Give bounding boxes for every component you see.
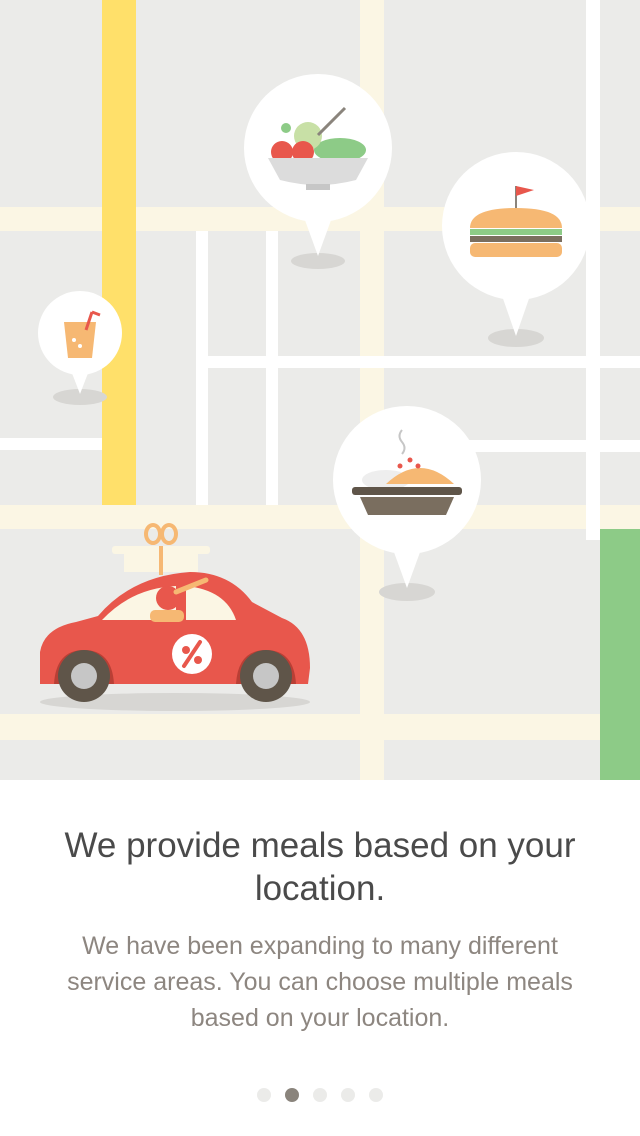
page-indicator[interactable] (0, 1088, 640, 1102)
delivery-car[interactable] (40, 523, 310, 711)
sandwich-pin[interactable] (442, 152, 590, 347)
onboarding-description: We have been expanding to many different… (67, 932, 573, 1032)
map-illustration (0, 0, 640, 780)
highway (102, 0, 136, 505)
page-dot[interactable] (257, 1088, 271, 1102)
page-dot[interactable] (369, 1088, 383, 1102)
page-dot[interactable] (313, 1088, 327, 1102)
page-dot[interactable] (285, 1088, 299, 1102)
map-svg (0, 0, 640, 780)
onboarding-content: We provide meals based on your location.… (0, 780, 640, 1136)
onboarding-title: We provide meals based on your location. (64, 826, 576, 908)
park (600, 529, 640, 780)
pie-pin[interactable] (333, 406, 481, 601)
page-dot[interactable] (341, 1088, 355, 1102)
